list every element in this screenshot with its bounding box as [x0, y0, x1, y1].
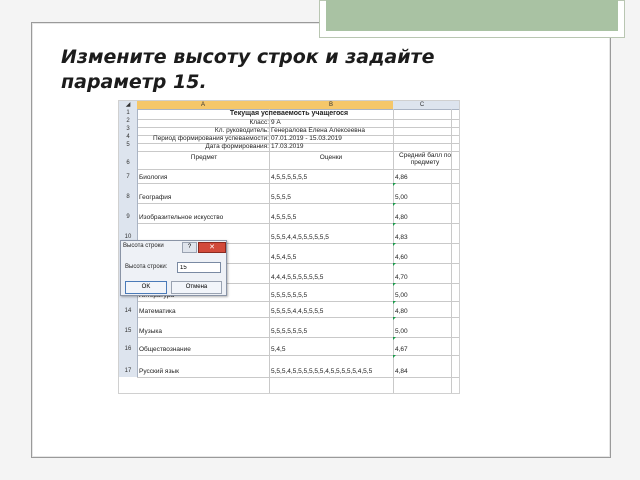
table-row[interactable]: Биология 4,5,5,5,5,5,5 4,86	[137, 169, 459, 184]
row-header[interactable]: 8	[119, 183, 138, 203]
table-cell[interactable]: 9 А	[271, 119, 459, 126]
table-cell[interactable]: 4,80	[395, 308, 445, 315]
table-cell[interactable]: 4,4,4,5,5,5,5,5,5,5	[271, 274, 391, 281]
table-cell[interactable]: Музыка	[139, 328, 269, 335]
table-row[interactable]: Предмет Оценки Средний балл по предмету	[137, 151, 459, 170]
table-cell[interactable]: 4,86	[395, 174, 445, 181]
column-header-a[interactable]: A	[137, 101, 269, 109]
ok-button[interactable]: OK	[125, 281, 167, 294]
title-line-1: Измените высоту строк и задайте	[61, 46, 435, 68]
table-cell[interactable]: 4,84	[395, 368, 445, 375]
cell-comment-marker	[393, 183, 396, 186]
table-cell[interactable]: 4,70	[395, 274, 445, 281]
cell-comment-marker	[393, 317, 396, 320]
row-height-dialog: Высота строки ? ✕ Высота строки: OK Отме…	[120, 240, 227, 296]
table-cell[interactable]: 5,5,5,4,4,5,5,5,5,5,5	[271, 234, 391, 241]
table-cell[interactable]: 4,80	[395, 214, 445, 221]
row-header[interactable]: 15	[119, 317, 138, 337]
row-height-input[interactable]	[177, 262, 221, 273]
table-cell[interactable]: 5,00	[395, 328, 445, 335]
cancel-button[interactable]: Отмена	[171, 281, 222, 294]
table-cell[interactable]: 4,67	[395, 346, 445, 353]
slide-title: Измените высоту строк и задайте параметр…	[61, 45, 581, 95]
table-cell[interactable]: Дата формирования:	[139, 143, 269, 150]
row-header[interactable]: 16	[119, 337, 138, 355]
cell-comment-marker	[393, 263, 396, 266]
table-cell[interactable]: 5,00	[395, 292, 445, 299]
table-cell[interactable]: 5,5,5,5	[271, 194, 391, 201]
table-cell[interactable]: 5,5,5,4,5,5,5,5,5,5,4,5,5,5,5,5,4,5,5	[271, 368, 391, 375]
table-cell[interactable]: 5,5,5,5,5,5,5	[271, 328, 391, 335]
row-header[interactable]: 6	[119, 151, 138, 169]
close-button[interactable]: ✕	[198, 242, 226, 253]
row-header[interactable]: 5	[119, 142, 138, 151]
cell-comment-marker	[393, 283, 396, 286]
select-all-corner[interactable]: ◢	[119, 101, 137, 109]
table-cell[interactable]: Средний балл по предмету	[394, 152, 456, 166]
table-cell[interactable]: Генералова Елена Алексеевна	[271, 127, 459, 134]
table-cell[interactable]: Обществознание	[139, 346, 269, 353]
table-row[interactable]: Математика 5,5,5,5,4,4,5,5,5,5 4,80	[137, 301, 459, 318]
cell-comment-marker	[393, 203, 396, 206]
table-cell[interactable]: 4,83	[395, 234, 445, 241]
table-cell[interactable]: 5,5,5,5,4,4,5,5,5,5	[271, 308, 391, 315]
table-cell[interactable]: 4,5,5,5,5,5,5	[271, 174, 391, 181]
table-row[interactable]: Русский язык 5,5,5,4,5,5,5,5,5,5,4,5,5,5,…	[137, 355, 459, 378]
cell-comment-marker	[393, 355, 396, 358]
table-cell[interactable]: Класс:	[139, 119, 270, 126]
cell-comment-marker	[393, 337, 396, 340]
row-header[interactable]: 7	[119, 169, 138, 183]
accent-bar	[326, 0, 618, 31]
table-cell[interactable]: 5,00	[395, 194, 445, 201]
table-cell[interactable]: Период формирования успеваемости:	[139, 135, 269, 142]
table-cell[interactable]: Кл. руководитель:	[139, 127, 269, 134]
table-cell[interactable]: 4,60	[395, 254, 445, 261]
title-line-2: параметр 15.	[61, 71, 207, 93]
cell-comment-marker	[393, 243, 396, 246]
table-cell[interactable]: Текущая успеваемость учащегося	[139, 110, 439, 117]
table-cell[interactable]: 5,4,5	[271, 346, 391, 353]
table-cell[interactable]: География	[139, 194, 269, 201]
table-cell[interactable]: 07.01.2019 - 15.03.2019	[271, 135, 459, 142]
row-header[interactable]: 9	[119, 203, 138, 223]
table-cell[interactable]: Биология	[139, 174, 269, 181]
table-cell[interactable]: 4,5,4,5,5	[271, 254, 391, 261]
table-cell[interactable]: Оценки	[271, 154, 391, 161]
table-cell[interactable]: 4,5,5,5,5	[271, 214, 391, 221]
row-header[interactable]: 14	[119, 301, 138, 317]
table-row[interactable]: Изобразительное искусство 4,5,5,5,5 4,80	[137, 203, 459, 224]
row-header[interactable]: 17	[119, 355, 138, 377]
table-row[interactable]: Обществознание 5,4,5 4,67	[137, 337, 459, 356]
table-cell[interactable]: 5,5,5,5,5,5,5	[271, 292, 391, 299]
table-cell[interactable]: Русский язык	[139, 368, 269, 375]
column-header-b[interactable]: B	[269, 101, 393, 109]
table-cell[interactable]: Предмет	[139, 154, 269, 161]
help-icon[interactable]: ?	[182, 242, 197, 253]
table-cell[interactable]: 17.03.2019	[271, 143, 459, 150]
row-height-label: Высота строки:	[125, 264, 168, 270]
column-header-c[interactable]: C	[393, 101, 451, 109]
dialog-title: Высота строки	[123, 243, 164, 249]
table-cell[interactable]: Изобразительное искусство	[139, 214, 269, 221]
table-row[interactable]: География 5,5,5,5 5,00	[137, 183, 459, 204]
cell-comment-marker	[393, 223, 396, 226]
cell-comment-marker	[393, 301, 396, 304]
table-cell[interactable]: Математика	[139, 308, 269, 315]
table-row[interactable]: Музыка 5,5,5,5,5,5,5 5,00	[137, 317, 459, 338]
